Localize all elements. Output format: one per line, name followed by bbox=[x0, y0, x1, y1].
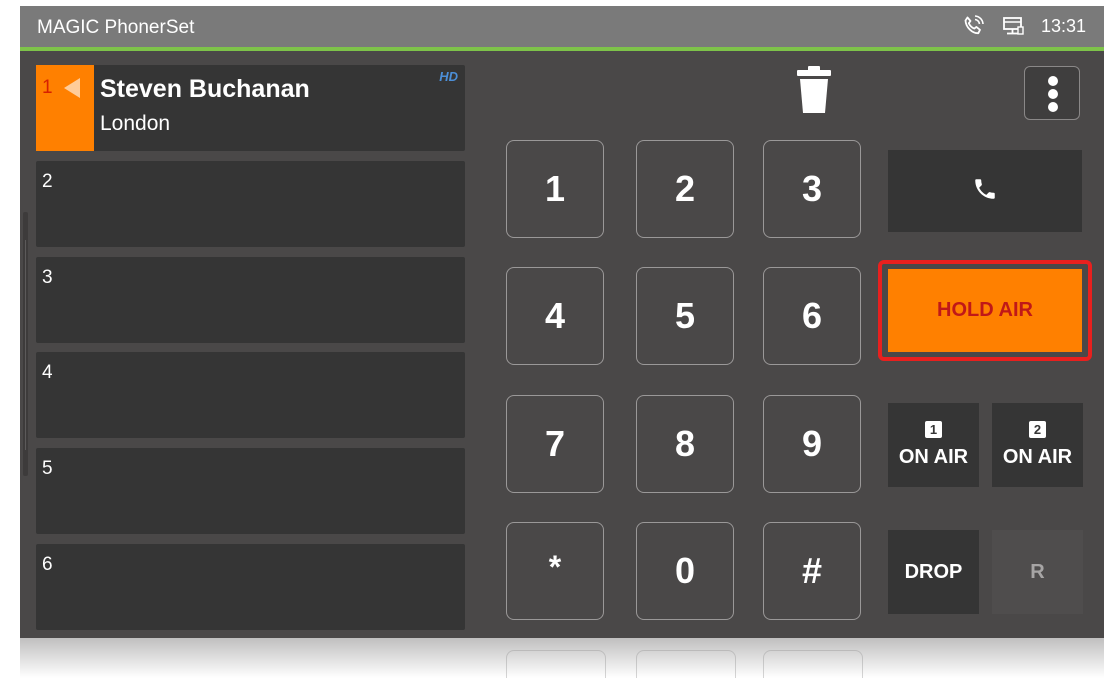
caller-name: Steven Buchanan bbox=[100, 75, 310, 103]
key-0[interactable]: 0 bbox=[636, 522, 734, 620]
device-reflection bbox=[20, 638, 1104, 678]
key-4[interactable]: 4 bbox=[506, 267, 604, 365]
line-item-5[interactable]: 5 bbox=[36, 448, 465, 534]
key-6[interactable]: 6 bbox=[763, 267, 861, 365]
hold-air-button[interactable]: HOLD AIR bbox=[888, 269, 1082, 352]
call-button[interactable] bbox=[888, 150, 1082, 232]
connection-status-bar bbox=[20, 47, 1104, 51]
hd-badge: HD bbox=[439, 69, 458, 84]
r-button[interactable]: R bbox=[992, 530, 1083, 614]
more-vertical-icon-dot bbox=[1048, 102, 1058, 112]
on-air-2-label: ON AIR bbox=[1002, 446, 1073, 468]
line-item-6[interactable]: 6 bbox=[36, 544, 465, 630]
key-8[interactable]: 8 bbox=[636, 395, 734, 493]
key-7[interactable]: 7 bbox=[506, 395, 604, 493]
key-1[interactable]: 1 bbox=[506, 140, 604, 238]
line-number: 3 bbox=[42, 267, 53, 288]
reflection-key bbox=[636, 650, 736, 678]
line-1-badge: 1 bbox=[925, 421, 942, 438]
line-number: 1 bbox=[42, 77, 53, 98]
line-item-1[interactable]: 1 Steven Buchanan London HD bbox=[36, 65, 465, 151]
line-number: 6 bbox=[42, 554, 53, 575]
drop-button[interactable]: DROP bbox=[888, 530, 979, 614]
line-item-2[interactable]: 2 bbox=[36, 161, 465, 247]
reflection-key bbox=[506, 650, 606, 678]
line-number: 2 bbox=[42, 171, 53, 192]
more-vertical-icon-dot bbox=[1048, 89, 1058, 99]
line-item-3[interactable]: 3 bbox=[36, 257, 465, 343]
line-item-4[interactable]: 4 bbox=[36, 352, 465, 438]
line-number: 4 bbox=[42, 362, 53, 383]
line-number: 5 bbox=[42, 458, 53, 479]
status-icons: 13:31 bbox=[961, 14, 1086, 38]
key-3[interactable]: 3 bbox=[763, 140, 861, 238]
key-2[interactable]: 2 bbox=[636, 140, 734, 238]
trash-icon[interactable] bbox=[796, 66, 832, 119]
status-bar: MAGIC PhonerSet 13:31 bbox=[20, 6, 1104, 47]
on-air-1-button[interactable]: 1 ON AIR bbox=[888, 403, 979, 487]
key-5[interactable]: 5 bbox=[636, 267, 734, 365]
more-vertical-icon bbox=[1048, 76, 1058, 86]
key-star[interactable]: * bbox=[506, 522, 604, 620]
line-list-scrollbar[interactable] bbox=[23, 212, 28, 476]
phone-icon bbox=[972, 176, 998, 207]
clock: 13:31 bbox=[1040, 15, 1086, 36]
key-9[interactable]: 9 bbox=[763, 395, 861, 493]
active-arrow-icon bbox=[64, 78, 80, 98]
phoner-window: MAGIC PhonerSet 13:31 1 Steven Buchanan … bbox=[20, 6, 1104, 638]
caller-city: London bbox=[100, 112, 171, 135]
phone-ringing-icon bbox=[961, 14, 985, 38]
key-hash[interactable]: # bbox=[763, 522, 861, 620]
menu-button[interactable] bbox=[1024, 66, 1080, 120]
on-air-1-label: ON AIR bbox=[898, 446, 969, 468]
on-air-2-button[interactable]: 2 ON AIR bbox=[992, 403, 1083, 487]
line-2-badge: 2 bbox=[1029, 421, 1046, 438]
app-title: MAGIC PhonerSet bbox=[37, 17, 195, 38]
network-monitor-icon bbox=[1001, 14, 1025, 38]
reflection-key bbox=[763, 650, 863, 678]
